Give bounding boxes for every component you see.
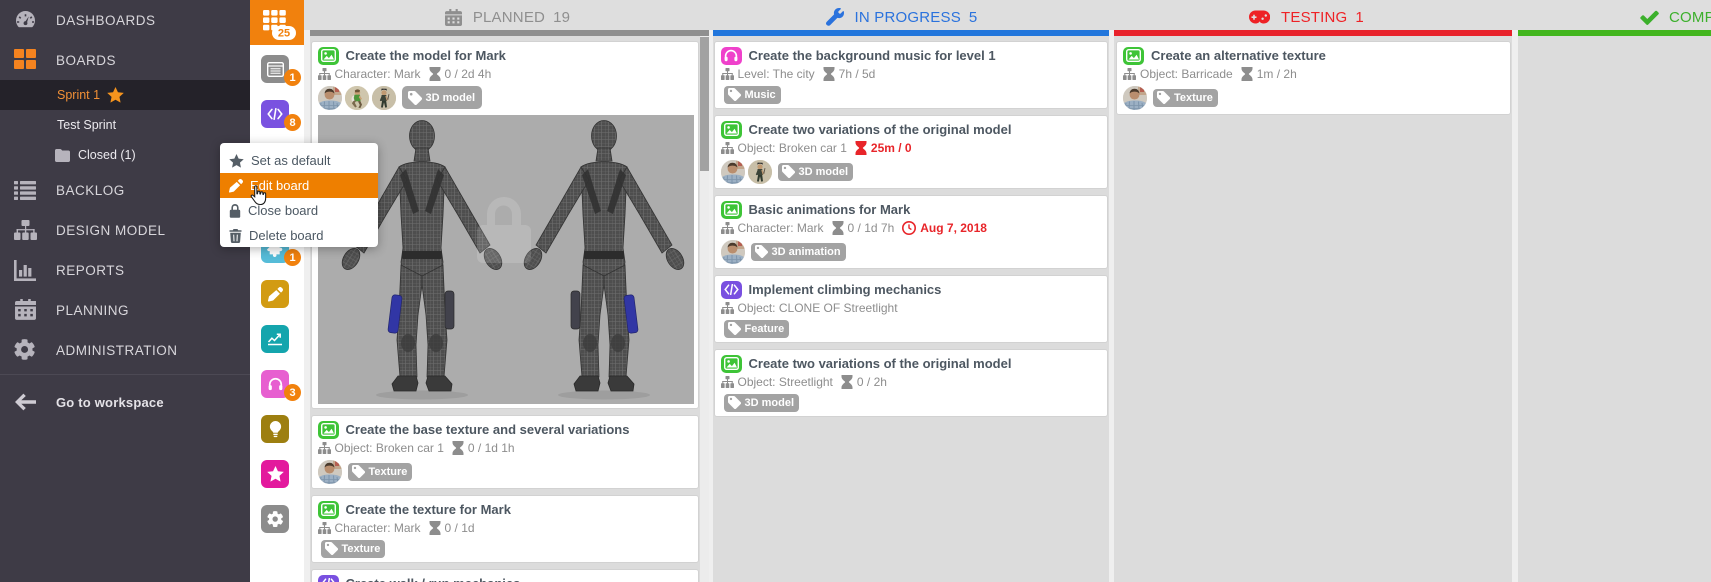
svg-text:25: 25 <box>278 28 290 40</box>
